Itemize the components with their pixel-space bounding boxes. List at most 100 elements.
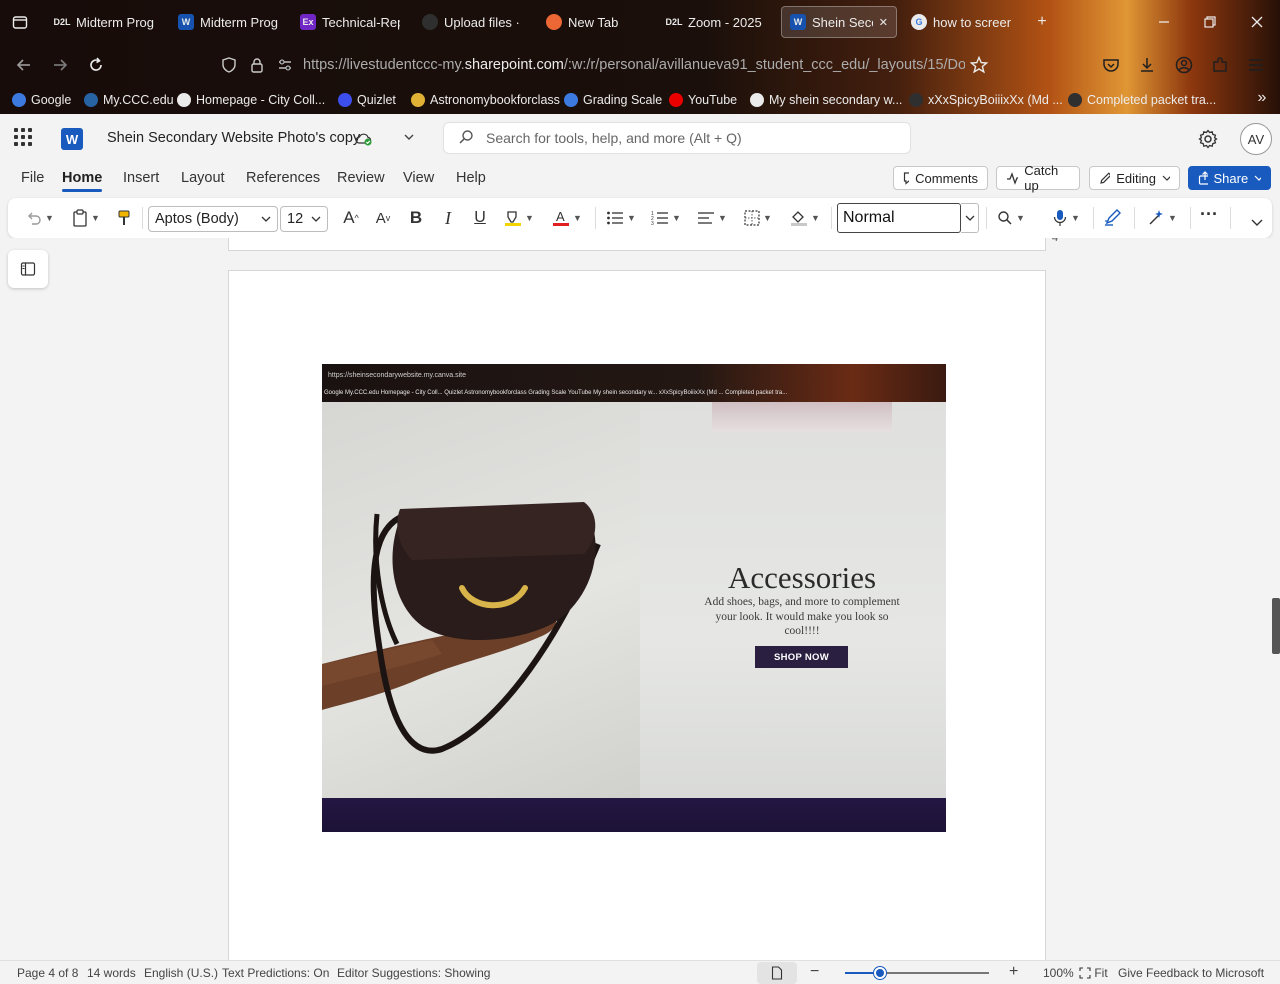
vertical-scrollbar-thumb[interactable] [1272, 598, 1280, 654]
tab-insert[interactable]: Insert [123, 170, 159, 186]
forward-arrow-icon[interactable] [46, 51, 74, 79]
menu-hamburger-icon[interactable] [1242, 51, 1270, 79]
font-color-icon[interactable]: A ▼ [549, 206, 585, 230]
undo-icon[interactable]: ▼ [22, 206, 58, 230]
paste-clipboard-icon[interactable]: ▼ [68, 206, 104, 230]
navigation-pane-button[interactable] [8, 250, 48, 288]
grow-font-icon[interactable]: A ^ [340, 206, 362, 230]
share-button[interactable]: Share [1188, 166, 1271, 190]
restore-icon[interactable] [1196, 8, 1224, 36]
document-title[interactable]: Shein Secondary Website Photo's copy [107, 130, 360, 146]
font-name-dropdown[interactable]: Aptos (Body) [148, 206, 278, 232]
browser-tab[interactable]: Ghow to screen [903, 6, 1019, 38]
user-avatar[interactable]: AV [1240, 123, 1272, 155]
bookmark-item[interactable]: My shein secondary w... [750, 91, 902, 109]
tab-view[interactable]: View [403, 170, 434, 186]
browser-tab[interactable]: W Shein Secon ✕ [781, 6, 897, 38]
bookmark-item[interactable]: Google [12, 91, 71, 109]
numbering-icon[interactable]: 1 2 3 ▼ [649, 206, 683, 230]
address-bar[interactable]: https://livestudentccc-my.sharepoint.com… [303, 57, 965, 73]
highlight-color-icon[interactable]: ▼ [501, 206, 537, 230]
shrink-font-icon[interactable]: Av [372, 206, 394, 230]
zoom-out-icon[interactable]: − [810, 963, 819, 981]
editor-suggestions-status[interactable]: Editor Suggestions: Showing [337, 966, 490, 980]
tab-layout[interactable]: Layout [181, 170, 225, 186]
previous-page-number: 4 [1052, 238, 1059, 244]
designer-sparkle-icon[interactable]: ▼ [1144, 206, 1180, 230]
settings-gear-icon[interactable] [1198, 129, 1218, 152]
downloads-icon[interactable] [1133, 51, 1161, 79]
bold-icon[interactable]: B [406, 206, 426, 230]
close-tab-icon[interactable]: ✕ [879, 16, 888, 29]
lock-icon[interactable] [243, 51, 271, 79]
app-launcher-icon[interactable] [14, 128, 34, 148]
find-search-icon[interactable]: ▼ [994, 206, 1028, 230]
tracking-shield-icon[interactable] [215, 51, 243, 79]
back-arrow-icon[interactable] [10, 51, 38, 79]
bookmark-item[interactable]: My.CCC.edu [84, 91, 174, 109]
underline-icon[interactable]: U [470, 206, 490, 230]
zoom-slider-handle[interactable] [873, 967, 886, 979]
bookmark-item[interactable]: Homepage - City Coll... [177, 91, 325, 109]
font-size-dropdown[interactable]: 12 [280, 206, 328, 232]
pocket-icon[interactable] [1097, 51, 1125, 79]
editing-mode-button[interactable]: Editing [1089, 166, 1180, 190]
catch-up-button[interactable]: Catch up [996, 163, 1080, 193]
page-count[interactable]: Page 4 of 8 [17, 966, 78, 980]
format-painter-icon[interactable] [114, 206, 134, 230]
bookmark-item[interactable]: xXxSpicyBoiiixXx (Md ... [909, 91, 1063, 109]
zoom-in-icon[interactable]: + [1009, 963, 1018, 981]
bookmark-item[interactable]: YouTube [669, 91, 737, 109]
style-dropdown[interactable]: Normal [837, 203, 961, 233]
word-count[interactable]: 14 words [87, 966, 136, 980]
editor-icon[interactable] [1102, 206, 1124, 230]
bookmark-item[interactable]: Quizlet [338, 91, 396, 109]
bookmark-item[interactable]: Completed packet tra... [1068, 91, 1216, 109]
comments-button[interactable]: Comments [893, 166, 988, 190]
more-bookmarks-icon[interactable]: » [1248, 84, 1276, 112]
fit-button[interactable]: Fit [1079, 966, 1108, 980]
tab-overview-icon[interactable] [6, 8, 34, 36]
bookmark-star-icon[interactable] [965, 51, 993, 79]
style-chevron-down-icon[interactable] [961, 203, 979, 233]
italic-icon[interactable]: I [438, 206, 458, 230]
zoom-level[interactable]: 100% [1043, 966, 1074, 980]
permissions-icon[interactable] [271, 51, 299, 79]
tab-review[interactable]: Review [337, 170, 385, 186]
browser-tab[interactable]: W Midterm Progr [170, 6, 286, 38]
tab-file[interactable]: File [21, 170, 44, 186]
feedback-link[interactable]: Give Feedback to Microsoft [1118, 966, 1264, 980]
text-predictions-status[interactable]: Text Predictions: On [222, 966, 329, 980]
collapse-ribbon-chevron-icon[interactable] [1248, 210, 1266, 234]
browser-tab[interactable]: D2L Zoom - 2025 S [658, 6, 774, 38]
browser-tab[interactable]: D2L Midterm Progr [46, 6, 162, 38]
shading-icon[interactable]: ▼ [787, 206, 823, 230]
borders-icon[interactable]: ▼ [741, 206, 775, 230]
new-tab-button[interactable]: + [1028, 8, 1056, 36]
minimize-icon[interactable] [1150, 8, 1178, 36]
tab-help[interactable]: Help [456, 170, 486, 186]
reload-icon[interactable] [82, 51, 110, 79]
browser-tab[interactable]: Upload files · A [414, 6, 530, 38]
print-layout-view-button[interactable] [757, 962, 797, 984]
bullets-icon[interactable]: ▼ [604, 206, 638, 230]
extensions-icon[interactable] [1206, 51, 1234, 79]
account-icon[interactable] [1170, 51, 1198, 79]
word-logo-icon[interactable]: W [61, 128, 83, 150]
embedded-photo[interactable]: https://sheinsecondarywebsite.my.canva.s… [322, 364, 946, 832]
saved-cloud-icon[interactable] [355, 131, 373, 150]
browser-tab[interactable]: New Tab [538, 6, 650, 38]
language-indicator[interactable]: English (U.S.) [144, 966, 218, 980]
close-window-icon[interactable] [1243, 8, 1271, 36]
bookmark-item[interactable]: Grading Scale [564, 91, 662, 109]
tab-references[interactable]: References [246, 170, 320, 186]
browser-tab[interactable]: Ex Technical-Repo [292, 6, 408, 38]
search-box[interactable]: Search for tools, help, and more (Alt + … [443, 122, 911, 154]
title-chevron-down-icon[interactable] [403, 131, 415, 146]
dictate-microphone-icon[interactable]: ▼ [1048, 206, 1084, 230]
more-options-icon[interactable]: ··· [1198, 202, 1220, 226]
zoom-slider[interactable] [845, 967, 989, 979]
tab-home[interactable]: Home [62, 170, 103, 192]
bookmark-item[interactable]: Astronomybookforclass [411, 91, 560, 109]
align-icon[interactable]: ▼ [695, 206, 729, 230]
